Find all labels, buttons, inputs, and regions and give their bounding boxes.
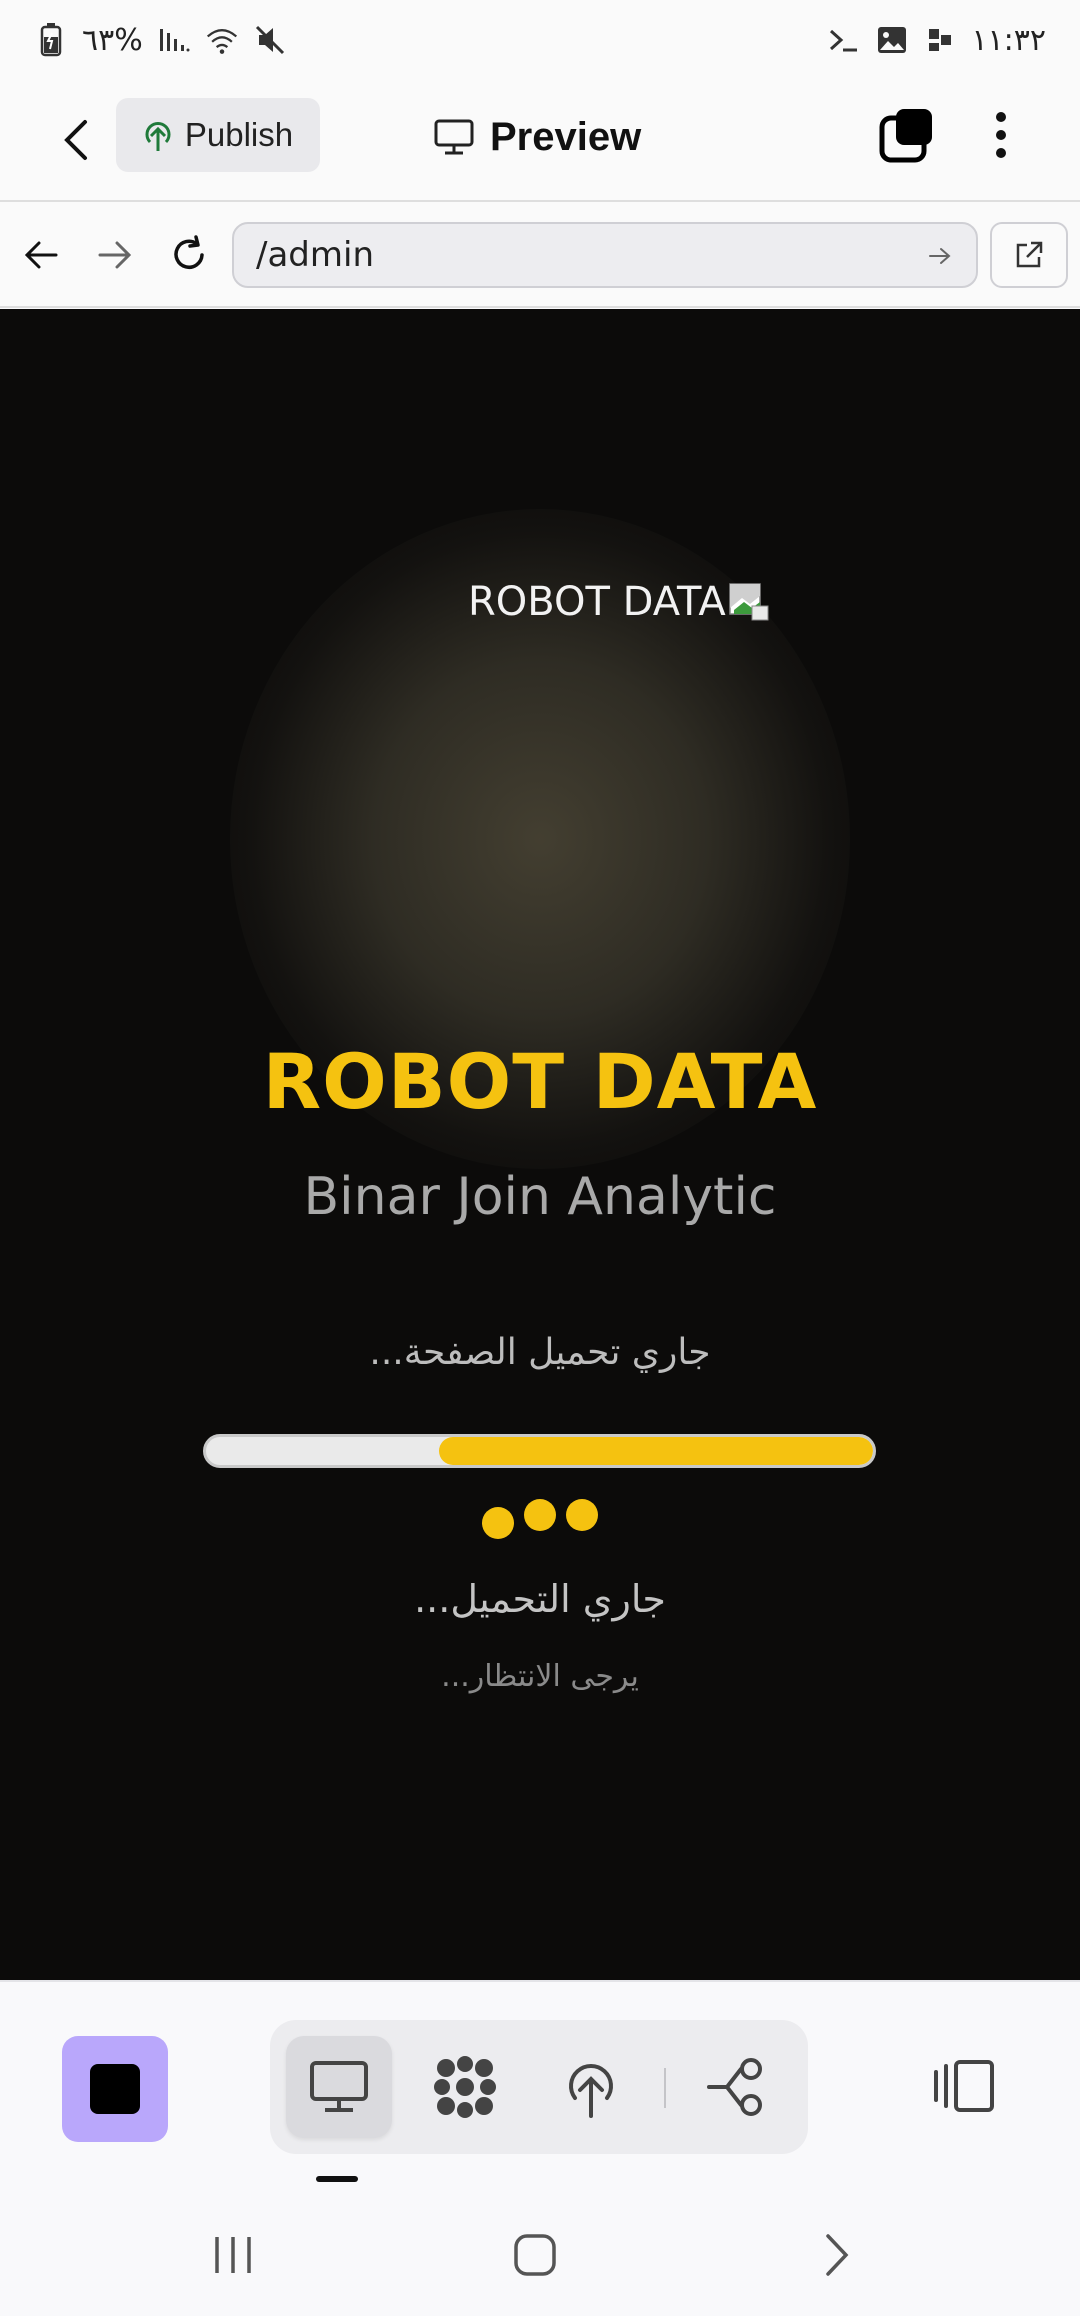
open-external-button[interactable] — [990, 222, 1068, 288]
mode-deploy-button[interactable] — [538, 2036, 644, 2138]
system-nav-bar — [0, 2190, 1080, 2316]
clock: ١١:٣٢ — [971, 22, 1046, 58]
toggle-panel-button[interactable] — [924, 2036, 1004, 2136]
wifi-icon — [205, 23, 239, 57]
brand-subtitle: Binar Join Analytic — [303, 1167, 777, 1227]
home-button[interactable] — [500, 2220, 570, 2290]
reload-button[interactable] — [160, 226, 218, 284]
terminal-icon — [827, 23, 861, 57]
go-arrow-icon[interactable] — [922, 238, 958, 274]
monitor-icon — [434, 119, 474, 155]
flow-icon — [707, 2058, 762, 2116]
recent-apps-button[interactable] — [198, 2220, 268, 2290]
status-bar-right: ١١:٣٢ — [827, 23, 1046, 58]
broken-image-icon — [728, 583, 769, 621]
chevron-right-icon — [826, 2234, 849, 2276]
loading-dot — [566, 1499, 598, 1531]
progress-fill — [439, 1437, 873, 1465]
webview-content: ROBOT DATA ROBOT DATA Binar Join Analyti… — [0, 309, 1080, 1980]
mode-divider — [664, 2068, 666, 2108]
loading-text: جاري التحميل... — [414, 1577, 666, 1621]
brand-title: ROBOT DATA — [262, 1037, 818, 1126]
gallery-icon — [875, 23, 909, 57]
app-toolbar: Publish Preview — [0, 80, 1080, 202]
logo-alt-text: ROBOT DATA — [468, 579, 726, 625]
publish-label: Publish — [184, 116, 294, 153]
loading-dots — [0, 1499, 1080, 1539]
mode-preview-button[interactable] — [286, 2036, 392, 2138]
tabs-icon — [879, 109, 932, 163]
more-options-button[interactable] — [976, 104, 1026, 166]
url-text: /admin — [256, 235, 374, 275]
system-back-button[interactable] — [802, 2220, 872, 2290]
status-bar: ٦٣% ١١:٣٢ — [0, 0, 1080, 80]
tabs-button[interactable] — [876, 104, 938, 166]
stop-button[interactable] — [62, 2036, 168, 2142]
signal-icon — [157, 23, 191, 57]
battery-icon — [34, 23, 68, 57]
arrow-left-icon — [24, 241, 58, 269]
publish-icon — [145, 122, 171, 151]
deploy-icon — [569, 2064, 613, 2118]
status-bar-left: ٦٣% — [34, 23, 287, 58]
app-notification-icon — [923, 23, 957, 57]
home-icon — [514, 2234, 556, 2276]
mute-icon — [253, 23, 287, 57]
wait-text: يرجى الانتظار... — [441, 1659, 639, 1694]
arrow-right-icon — [98, 241, 132, 269]
chevron-left-icon — [64, 120, 87, 160]
loading-dot — [482, 1507, 514, 1539]
address-bar: /admin — [0, 202, 1080, 308]
recents-icon — [215, 2237, 251, 2273]
url-input[interactable]: /admin — [232, 222, 978, 288]
mode-flow-button[interactable] — [684, 2036, 790, 2138]
logo-image: ROBOT DATA — [468, 579, 770, 625]
nav-forward-button[interactable] — [86, 226, 144, 284]
panel-toggle-icon — [934, 2060, 994, 2112]
grid-icon — [434, 2056, 496, 2118]
preview-label: Preview — [490, 114, 642, 159]
progress-bar — [203, 1434, 876, 1468]
mode-switcher — [270, 2020, 808, 2154]
stop-icon — [90, 2064, 140, 2114]
back-button[interactable] — [46, 110, 106, 170]
preview-title: Preview — [434, 104, 641, 170]
external-link-icon — [1016, 241, 1043, 268]
monitor-icon — [310, 2061, 368, 2112]
more-vertical-icon — [996, 112, 1006, 158]
loading-dot — [524, 1499, 556, 1531]
reload-icon — [174, 235, 204, 269]
mode-workspace-button[interactable] — [412, 2036, 518, 2138]
publish-button[interactable]: Publish — [116, 98, 320, 172]
loading-page-text: جاري تحميل الصفحة... — [369, 1332, 711, 1373]
bottom-action-bar — [0, 1980, 1080, 2190]
battery-percent: ٦٣% — [82, 22, 143, 58]
nav-back-button[interactable] — [12, 226, 70, 284]
active-mode-indicator — [316, 2176, 358, 2182]
